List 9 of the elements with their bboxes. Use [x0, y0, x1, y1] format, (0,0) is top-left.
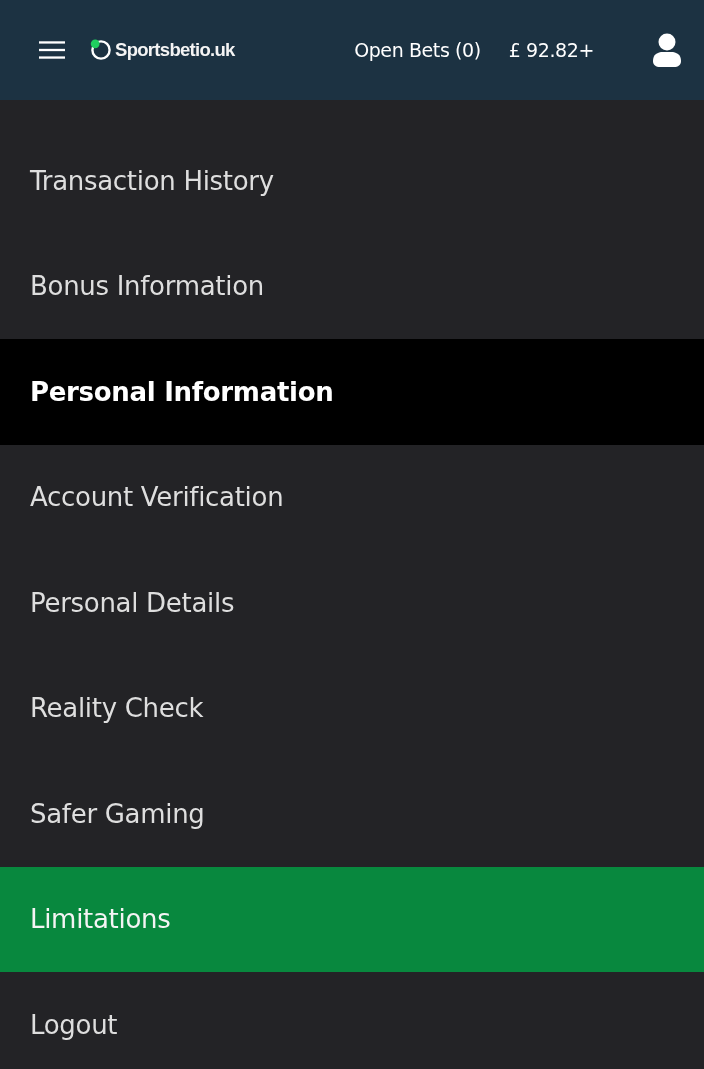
user-icon[interactable] — [652, 33, 682, 67]
balance-link[interactable]: £ 92.82+ — [508, 39, 594, 61]
logo-text: Sportsbetio.uk — [115, 39, 235, 61]
open-bets-link[interactable]: Open Bets (0) — [354, 39, 481, 61]
section-heading: Personal Information — [0, 339, 704, 445]
menu-icon[interactable] — [39, 41, 65, 59]
menu-item[interactable]: Limitations — [0, 866, 704, 972]
logo-ring-icon — [90, 39, 112, 61]
site-logo[interactable]: Sportsbetio.uk — [90, 39, 235, 61]
